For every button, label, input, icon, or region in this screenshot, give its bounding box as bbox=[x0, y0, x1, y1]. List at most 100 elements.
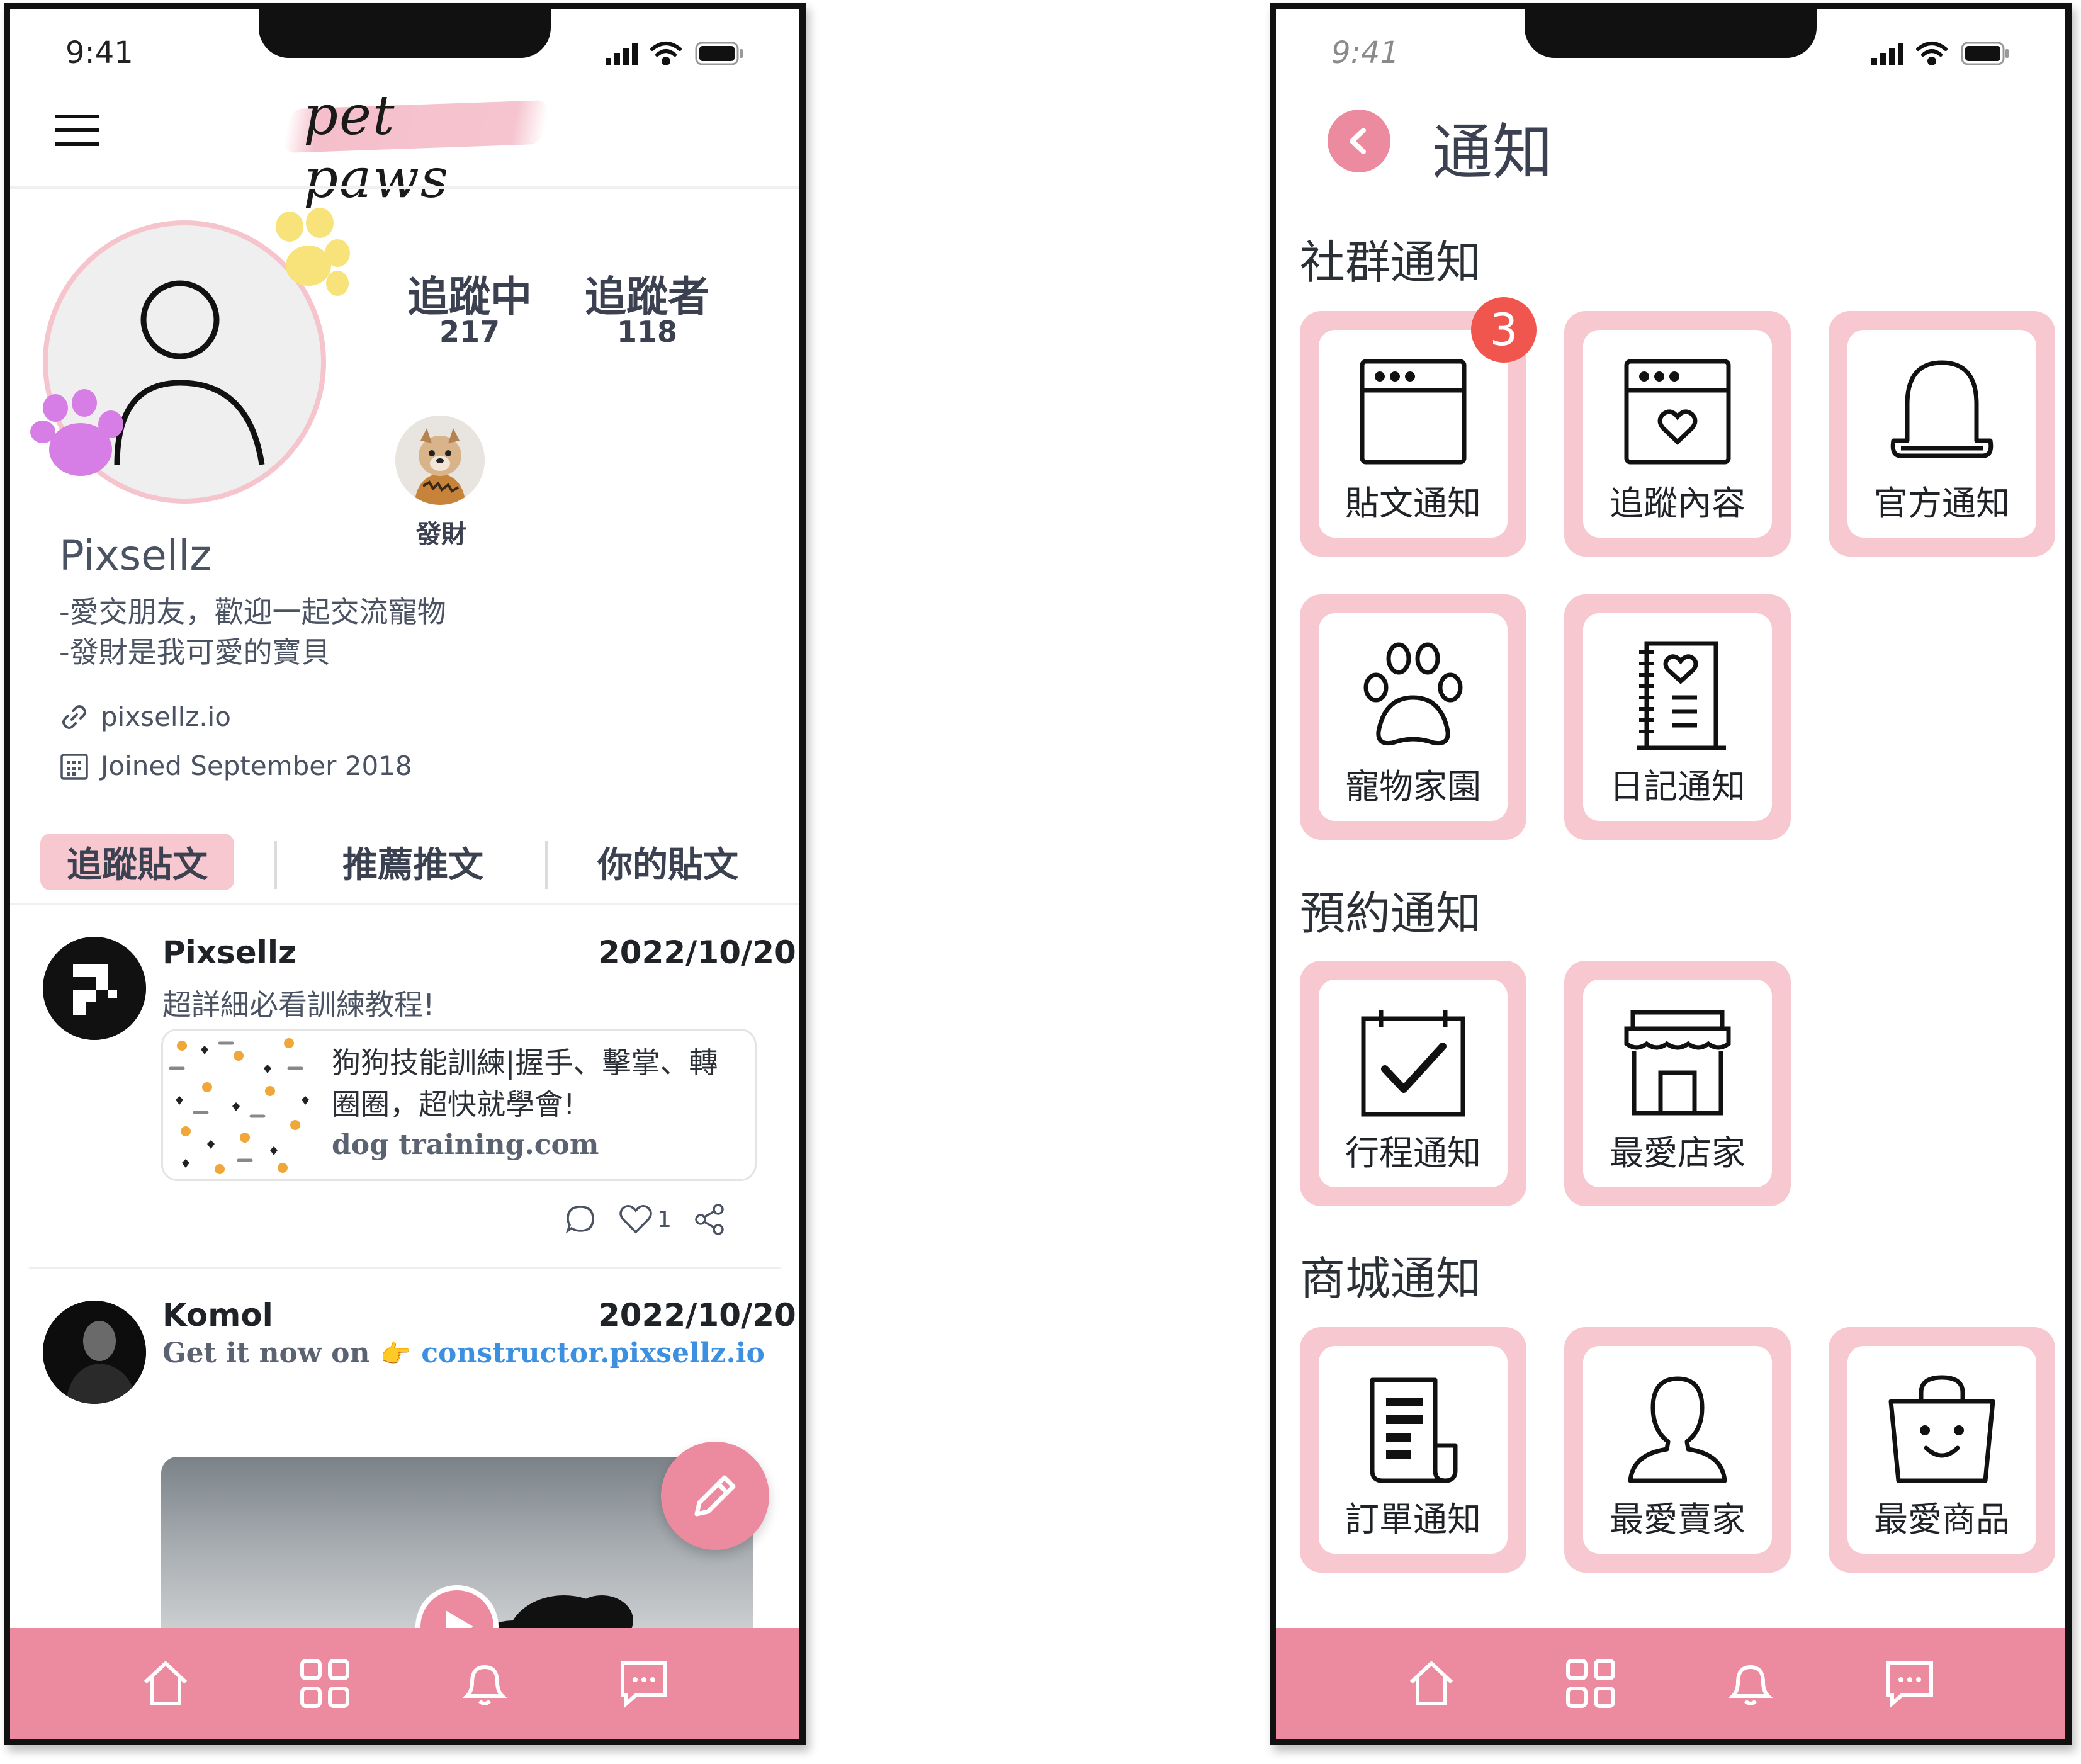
back-button[interactable] bbox=[1328, 110, 1390, 172]
home-icon bbox=[144, 1661, 187, 1705]
calendar-icon bbox=[60, 753, 88, 780]
bottom-tab-bar bbox=[1276, 1628, 2065, 1739]
calendar-check-icon bbox=[1361, 1010, 1465, 1117]
joined-row: Joined September 2018 bbox=[59, 750, 412, 781]
app-logo: pet paws bbox=[281, 84, 558, 210]
menu-icon[interactable] bbox=[55, 110, 106, 154]
link-title: 狗狗技能訓練|握手、擊掌、轉圈圈，超快就學會! bbox=[332, 1046, 718, 1121]
status-time: 9:41 bbox=[1331, 35, 1399, 71]
pet-avatar[interactable] bbox=[395, 416, 485, 505]
followers-count: 118 bbox=[616, 315, 678, 349]
tile-favorite-sellers[interactable]: 最愛賣家 bbox=[1564, 1327, 1791, 1573]
profile-screen: 9:41 pet paws 追蹤中 217 追蹤者 118 發財 Pixsell… bbox=[4, 3, 806, 1745]
shopping-bag-icon bbox=[1888, 1375, 1995, 1483]
purple-paw-icon bbox=[30, 389, 123, 476]
like-count: 1 bbox=[657, 1206, 672, 1233]
tab-home[interactable] bbox=[137, 1655, 194, 1712]
promo-text: Get it now on bbox=[162, 1337, 370, 1369]
bio-line: -愛交朋友，歡迎一起交流寵物 bbox=[59, 595, 446, 629]
header-divider bbox=[10, 186, 799, 189]
grid-icon bbox=[300, 1659, 350, 1708]
share-icon[interactable] bbox=[693, 1203, 726, 1236]
tile-pet-home[interactable]: 寵物家園 bbox=[1300, 594, 1526, 840]
receipt-icon bbox=[1370, 1377, 1458, 1483]
tab-separator bbox=[274, 841, 277, 889]
tile-label: 行程通知 bbox=[1345, 1133, 1481, 1173]
grid-icon bbox=[1566, 1659, 1616, 1708]
browser-heart-icon bbox=[1624, 359, 1731, 465]
tab-your-posts[interactable]: 你的貼文 bbox=[564, 834, 772, 890]
chat-icon bbox=[621, 1661, 668, 1708]
heart-icon[interactable] bbox=[618, 1203, 653, 1236]
post-date: 2022/10/20 bbox=[598, 934, 796, 971]
tile-order-notifications[interactable]: 訂單通知 bbox=[1300, 1327, 1526, 1573]
status-icons bbox=[1871, 42, 2009, 65]
bottom-tab-bar bbox=[10, 1628, 799, 1739]
post-author[interactable]: Komol bbox=[162, 1297, 273, 1333]
logo-text: pet paws bbox=[303, 84, 450, 210]
tile-following-content[interactable]: 追蹤內容 bbox=[1564, 311, 1791, 557]
tab-notifications[interactable] bbox=[1722, 1655, 1779, 1712]
store-icon bbox=[1624, 1010, 1731, 1116]
browser-window-icon bbox=[1360, 359, 1467, 465]
website-link[interactable]: pixsellz.io bbox=[101, 701, 231, 732]
notch bbox=[1525, 9, 1817, 58]
tile-official-notifications[interactable]: 官方通知 bbox=[1829, 311, 2055, 557]
tile-favorite-stores[interactable]: 最愛店家 bbox=[1564, 961, 1791, 1206]
post-author[interactable]: Pixsellz bbox=[162, 934, 296, 971]
bell-icon bbox=[1728, 1665, 1773, 1705]
tile-label: 寵物家園 bbox=[1345, 767, 1481, 806]
tile-label: 貼文通知 bbox=[1345, 483, 1481, 523]
battery-icon bbox=[1961, 42, 2009, 65]
post-divider bbox=[29, 1267, 781, 1269]
tile-label: 訂單通知 bbox=[1345, 1500, 1481, 1539]
link-icon bbox=[62, 704, 86, 729]
home-icon bbox=[1409, 1661, 1453, 1705]
link-preview-card[interactable]: 狗狗技能訓練|握手、擊掌、轉圈圈，超快就學會! dog training.com bbox=[161, 1029, 757, 1181]
notch bbox=[259, 9, 551, 58]
tab-notifications[interactable] bbox=[456, 1655, 513, 1712]
tile-diary-notifications[interactable]: 日記通知 bbox=[1564, 594, 1791, 840]
feed-tabs: 追蹤貼文 推薦推文 你的貼文 bbox=[10, 827, 799, 896]
post-date: 2022/10/20 bbox=[598, 1297, 796, 1333]
tile-schedule-notifications[interactable]: 行程通知 bbox=[1300, 961, 1526, 1206]
comment-icon[interactable] bbox=[564, 1203, 597, 1236]
section-title-mall: 商城通知 bbox=[1300, 1252, 1482, 1305]
tile-label: 官方通知 bbox=[1874, 483, 2010, 523]
notification-badge: 3 bbox=[1471, 297, 1537, 363]
compose-button[interactable] bbox=[661, 1442, 769, 1550]
tile-label: 追蹤內容 bbox=[1610, 483, 1745, 523]
promo-link[interactable]: constructor.pixsellz.io bbox=[421, 1337, 765, 1369]
wifi-icon bbox=[1916, 42, 1948, 65]
tile-post-notifications[interactable]: 貼文通知 3 bbox=[1300, 297, 1537, 557]
tab-recommended-posts[interactable]: 推薦推文 bbox=[300, 834, 526, 890]
tab-grid[interactable] bbox=[296, 1655, 353, 1712]
tile-favorite-products[interactable]: 最愛商品 bbox=[1829, 1327, 2055, 1573]
page-title: 通知 bbox=[1432, 117, 1553, 188]
tab-messages[interactable] bbox=[616, 1655, 672, 1712]
post-actions: 1 bbox=[564, 1197, 765, 1241]
dog-pattern-thumbnail bbox=[163, 1031, 314, 1179]
signal-icon bbox=[1871, 43, 1903, 65]
bio-line: -發財是我可愛的寶貝 bbox=[59, 635, 330, 669]
tab-home[interactable] bbox=[1403, 1655, 1460, 1712]
pet-dog-photo bbox=[395, 416, 485, 505]
post-text: 超詳細必看訓練教程! bbox=[162, 988, 435, 1022]
chat-icon bbox=[1886, 1661, 1934, 1708]
like-group[interactable]: 1 bbox=[618, 1203, 672, 1236]
pencil-icon bbox=[694, 1475, 736, 1517]
tab-following-posts[interactable]: 追蹤貼文 bbox=[40, 834, 234, 890]
user-icon bbox=[1628, 1376, 1727, 1483]
battery-icon bbox=[695, 42, 743, 65]
joined-date: Joined September 2018 bbox=[101, 750, 412, 781]
pet-name: 發財 bbox=[416, 520, 466, 549]
post-avatar[interactable] bbox=[43, 1301, 146, 1404]
website-row[interactable]: pixsellz.io bbox=[59, 701, 231, 732]
tab-messages[interactable] bbox=[1881, 1655, 1938, 1712]
section-title-social: 社群通知 bbox=[1300, 236, 1482, 289]
post-avatar[interactable] bbox=[43, 937, 146, 1040]
status-icons bbox=[606, 42, 743, 65]
bell-icon bbox=[1890, 360, 1994, 458]
following-count: 217 bbox=[439, 315, 500, 349]
tab-grid[interactable] bbox=[1562, 1655, 1619, 1712]
